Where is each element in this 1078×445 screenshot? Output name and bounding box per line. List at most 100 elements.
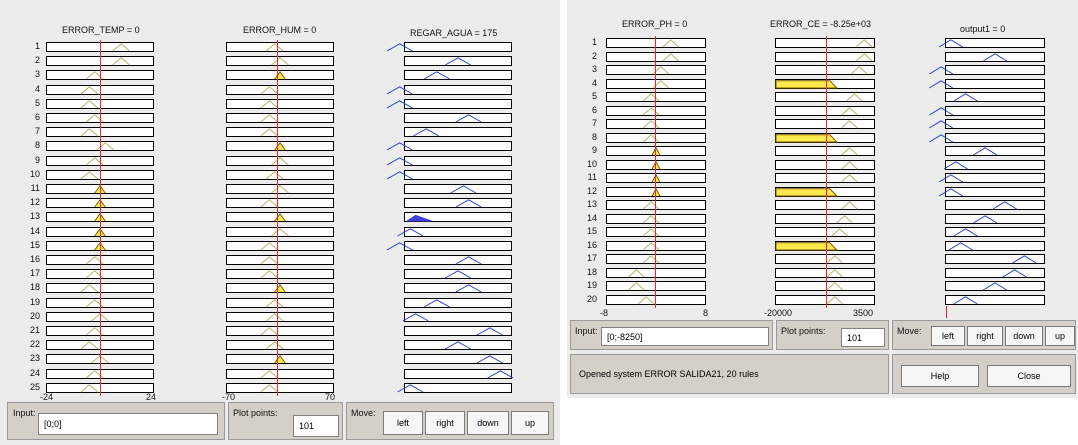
error-hum-mf-plot xyxy=(226,198,334,209)
output1-mf-plot xyxy=(945,254,1045,264)
error-ph-mf-plot xyxy=(606,92,706,102)
move-right-button[interactable]: right xyxy=(425,411,465,435)
rule-number: 21 xyxy=(29,325,40,335)
error-hum-mf-plot xyxy=(226,127,334,138)
error-ce-max-label: 3500 xyxy=(853,308,874,318)
input-label: Input: xyxy=(13,408,36,418)
error-hum-min-label: -70 xyxy=(222,392,236,402)
input-field[interactable]: [0;-8250] xyxy=(601,327,769,346)
mf-triangle xyxy=(939,188,963,195)
output-fill-triangle xyxy=(407,216,431,222)
fired-mf-triangle xyxy=(652,161,660,168)
output1-mf-plot xyxy=(945,186,1045,197)
mf-triangle xyxy=(954,94,978,101)
mf-triangle xyxy=(81,285,98,292)
rule-number: 18 xyxy=(586,266,597,277)
error-ce-mf-plot xyxy=(775,173,875,183)
fired-mf-trapezoid xyxy=(776,134,837,141)
error-hum-mf-plot xyxy=(226,326,334,336)
mf-triangle xyxy=(456,257,481,264)
close-button[interactable]: Close xyxy=(987,365,1071,387)
output1-mf-plot xyxy=(945,92,1045,102)
error-ph-mf-plot xyxy=(606,294,706,305)
error-ph-mf-plot xyxy=(606,105,706,116)
mf-triangle xyxy=(643,107,659,114)
plot-points-field[interactable]: 101 xyxy=(841,328,885,347)
mf-triangle xyxy=(387,243,412,250)
rule-number: 19 xyxy=(586,280,597,290)
error-ph-mf-plot xyxy=(606,132,706,143)
error-hum-mf-plot xyxy=(226,382,334,393)
move-group: Move: left right down up xyxy=(346,402,554,440)
output1-mf-plot xyxy=(945,240,1045,251)
regar-agua-mf-plot xyxy=(404,169,512,180)
error-ph-indicator-line[interactable] xyxy=(655,36,656,308)
move-left-button[interactable]: left xyxy=(383,411,423,435)
error-ph-min-label: -8 xyxy=(600,308,609,318)
output1-mf-plot xyxy=(945,213,1045,224)
move-left-button[interactable]: left xyxy=(931,326,965,346)
error-hum-indicator-line[interactable] xyxy=(277,40,278,396)
mf-triangle xyxy=(663,40,679,47)
fired-mf-triangle xyxy=(652,175,660,182)
error-ph-mf-plot xyxy=(606,281,706,291)
mf-triangle xyxy=(993,202,1017,209)
rule-number: 14 xyxy=(586,212,597,223)
fired-mf-trapezoid xyxy=(776,188,837,195)
error-ce-mf-plot xyxy=(775,200,875,210)
move-label: Move: xyxy=(351,408,376,418)
move-right-button[interactable]: right xyxy=(967,326,1003,346)
rule-number: 20 xyxy=(586,293,597,304)
rule-number: 6 xyxy=(591,104,597,115)
mf-triangle xyxy=(842,107,858,114)
mf-triangle xyxy=(827,269,843,276)
regar-agua-mf-plot xyxy=(404,368,512,379)
rule-number: 3 xyxy=(591,64,597,74)
help-button[interactable]: Help xyxy=(901,365,979,387)
error-ce-mf-plot xyxy=(775,227,875,237)
mf-triangle xyxy=(387,101,412,108)
rule-number: 10 xyxy=(586,158,597,169)
move-up-button[interactable]: up xyxy=(511,411,549,435)
error-ce-indicator-line[interactable] xyxy=(826,36,827,308)
mf-triangle xyxy=(629,269,645,276)
rule-number: 8 xyxy=(591,131,597,142)
rule-number: 11 xyxy=(587,172,597,182)
mf-triangle xyxy=(842,202,858,209)
input-field[interactable]: [0;0] xyxy=(38,413,218,435)
fired-mf-trapezoid xyxy=(776,242,837,249)
mf-triangle xyxy=(629,283,645,290)
rule-number: 16 xyxy=(29,254,40,264)
error-ph-max-label: 8 xyxy=(703,308,709,318)
error-temp-indicator-line[interactable] xyxy=(100,40,101,396)
move-down-button[interactable]: down xyxy=(467,411,509,435)
rule-number: 19 xyxy=(29,296,40,307)
rule-number: 5 xyxy=(591,91,597,101)
rule-number: 9 xyxy=(34,154,40,165)
mf-triangle xyxy=(261,271,278,278)
error-ce-mf-plot xyxy=(775,65,875,75)
mf-triangle xyxy=(842,175,858,182)
mf-triangle xyxy=(81,172,98,179)
plot-points-field[interactable]: 101 xyxy=(293,415,339,437)
mf-triangle xyxy=(81,129,98,136)
error-hum-mf-plot xyxy=(226,184,334,194)
move-up-button[interactable]: up xyxy=(1045,326,1075,346)
output1-indicator-line[interactable] xyxy=(946,306,947,318)
column-title-error-hum: ERROR_HUM = 0 xyxy=(243,25,317,35)
rule-number: 8 xyxy=(34,140,40,151)
regar-agua-mf-plot xyxy=(404,98,512,109)
mf-triangle xyxy=(456,200,481,207)
mf-triangle xyxy=(261,243,278,250)
mf-triangle xyxy=(413,129,438,136)
output1-mf-plot xyxy=(945,200,1045,210)
move-down-button[interactable]: down xyxy=(1005,326,1043,346)
mf-triangle xyxy=(851,67,867,74)
rule-number: 23 xyxy=(29,353,40,364)
error-ce-mf-plot xyxy=(775,119,875,129)
error-ph-mf-plot xyxy=(606,254,706,264)
mf-triangle xyxy=(939,40,963,47)
output1-mf-plot xyxy=(945,132,1045,143)
error-ce-mf-plot xyxy=(775,267,875,278)
mf-triangle xyxy=(643,134,659,141)
